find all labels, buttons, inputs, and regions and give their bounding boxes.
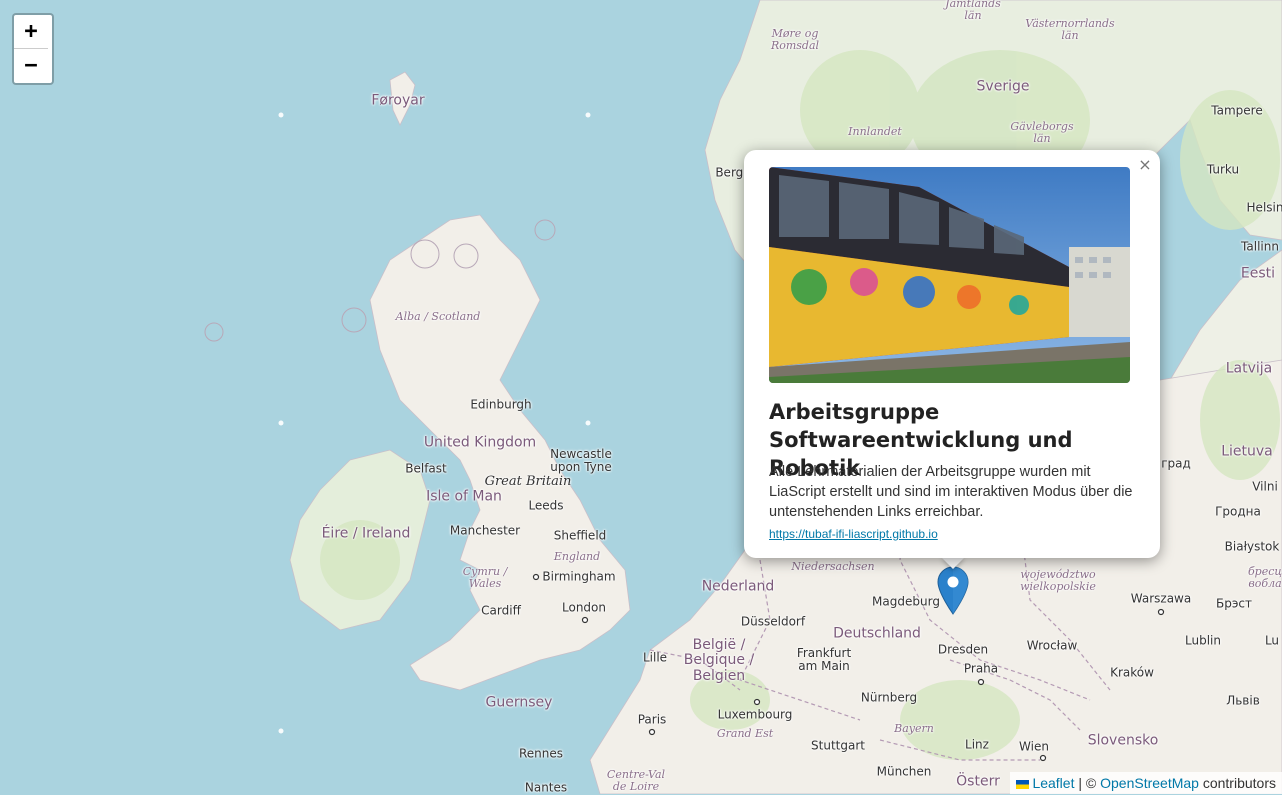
map-label: Latvija bbox=[1225, 360, 1273, 377]
map-label: Lietuva bbox=[1221, 443, 1273, 460]
map-label: Västernorrlands län bbox=[1025, 16, 1115, 42]
map-label: Брэст bbox=[1215, 596, 1253, 611]
map-label: Helsin bbox=[1246, 200, 1282, 215]
map-label: Føroyar bbox=[371, 92, 425, 109]
map-label: Luxembourg bbox=[717, 707, 793, 722]
attribution-separator: | © bbox=[1078, 775, 1097, 791]
map-label: Great Britain bbox=[484, 473, 572, 489]
map-label: England bbox=[553, 549, 601, 563]
map-label: Tampere bbox=[1211, 103, 1263, 118]
map-label: Львів bbox=[1226, 693, 1260, 708]
map-label: Lille bbox=[642, 650, 668, 665]
map-label: Praha bbox=[963, 661, 999, 676]
map-label: Newcastle upon Tyne bbox=[550, 446, 612, 474]
osm-link[interactable]: OpenStreetMap bbox=[1100, 775, 1199, 791]
map-label: Białystok bbox=[1224, 539, 1280, 554]
attribution: Leaflet | © OpenStreetMap contributors bbox=[1010, 772, 1282, 794]
map-label: Alba / Scotland bbox=[395, 309, 481, 323]
map-label: Kraków bbox=[1110, 665, 1154, 680]
map-label: Linz bbox=[965, 737, 989, 752]
map-label: Cymru / Wales bbox=[462, 564, 508, 590]
map-label: Sheffield bbox=[553, 528, 607, 543]
zoom-control: + − bbox=[12, 13, 54, 85]
map-label: Гродна bbox=[1215, 504, 1261, 519]
ukraine-flag-icon bbox=[1016, 779, 1030, 789]
popup-close-button[interactable]: × bbox=[1136, 154, 1154, 176]
map-label: Cardiff bbox=[481, 603, 521, 618]
map-label: Frankfurt am Main bbox=[796, 645, 852, 673]
popup-link[interactable]: https://tubaf-ifi-liascript.github.io bbox=[769, 527, 938, 541]
map-label: Stuttgart bbox=[811, 738, 865, 753]
building-mural-image bbox=[769, 167, 1130, 383]
map-label: London bbox=[562, 600, 606, 615]
map-label: Wien bbox=[1019, 739, 1049, 754]
map-label: Vilni bbox=[1252, 479, 1278, 494]
map-label: Deutschland bbox=[833, 625, 921, 642]
zoom-out-button[interactable]: − bbox=[14, 49, 48, 83]
popup-tip bbox=[941, 557, 965, 569]
map-label: województwo wielkopolskie bbox=[1020, 567, 1096, 593]
map-label: Nederland bbox=[701, 578, 775, 595]
map-label: Turku bbox=[1206, 162, 1240, 177]
map-label: бресц вобла bbox=[1247, 564, 1282, 590]
map-label: Jämtlands län bbox=[945, 0, 1001, 22]
map-label: Bayern bbox=[894, 721, 934, 735]
map-label: Birmingham bbox=[542, 569, 616, 584]
map-label: United Kingdom bbox=[423, 434, 537, 451]
map-label: Lu bbox=[1264, 633, 1280, 648]
map-label: Møre og Romsdal bbox=[770, 26, 820, 52]
map-label: Leeds bbox=[528, 498, 564, 513]
map-label: Wrocław bbox=[1026, 638, 1078, 653]
map-label: Belfast bbox=[405, 461, 447, 476]
map-label: Eesti bbox=[1240, 265, 1276, 282]
map-label: Warszawa bbox=[1130, 591, 1192, 606]
map-label: Edinburgh bbox=[470, 397, 532, 412]
map-label: Österr bbox=[956, 773, 1000, 790]
map-label: Rennes bbox=[518, 746, 564, 761]
map-label: Düsseldorf bbox=[740, 614, 806, 629]
map-label: Guernsey bbox=[485, 694, 553, 711]
map-marker-icon[interactable] bbox=[937, 566, 969, 616]
map-label: Paris bbox=[637, 712, 667, 727]
zoom-in-button[interactable]: + bbox=[14, 15, 48, 49]
map-label: München bbox=[876, 764, 932, 779]
map-label: Isle of Man bbox=[426, 488, 502, 505]
map-label: Gävleborgs län bbox=[1010, 119, 1074, 145]
map-label: Dresden bbox=[937, 642, 989, 657]
leaflet-link[interactable]: Leaflet bbox=[1032, 775, 1074, 791]
popup: × Arbeitsgruppe Softwareentwicklung und … bbox=[744, 150, 1160, 558]
map-label: Niedersachsen bbox=[791, 559, 875, 573]
map-label: Slovensko bbox=[1087, 732, 1159, 749]
map-label: Manchester bbox=[449, 523, 521, 538]
map-label: België / Belgique / Belgien bbox=[683, 636, 755, 684]
map-label: Centre-Val de Loire bbox=[606, 767, 666, 793]
attribution-contributors: contributors bbox=[1202, 775, 1276, 791]
map-label: Magdeburg bbox=[872, 594, 940, 609]
map-label: Grand Est bbox=[716, 726, 774, 740]
map-label: Éire / Ireland bbox=[321, 525, 411, 542]
map-label: Nantes bbox=[524, 780, 568, 795]
map-label: Sverige bbox=[976, 78, 1030, 95]
map-label: град bbox=[1161, 456, 1191, 471]
map-label: Lublin bbox=[1185, 633, 1221, 648]
map-label: Tallinn bbox=[1241, 239, 1279, 254]
map-label: Innlandet bbox=[848, 124, 902, 138]
popup-description: Alle Lehrmaterialien der Arbeitsgruppe w… bbox=[769, 464, 1133, 520]
map-label: Nürnberg bbox=[860, 690, 918, 705]
